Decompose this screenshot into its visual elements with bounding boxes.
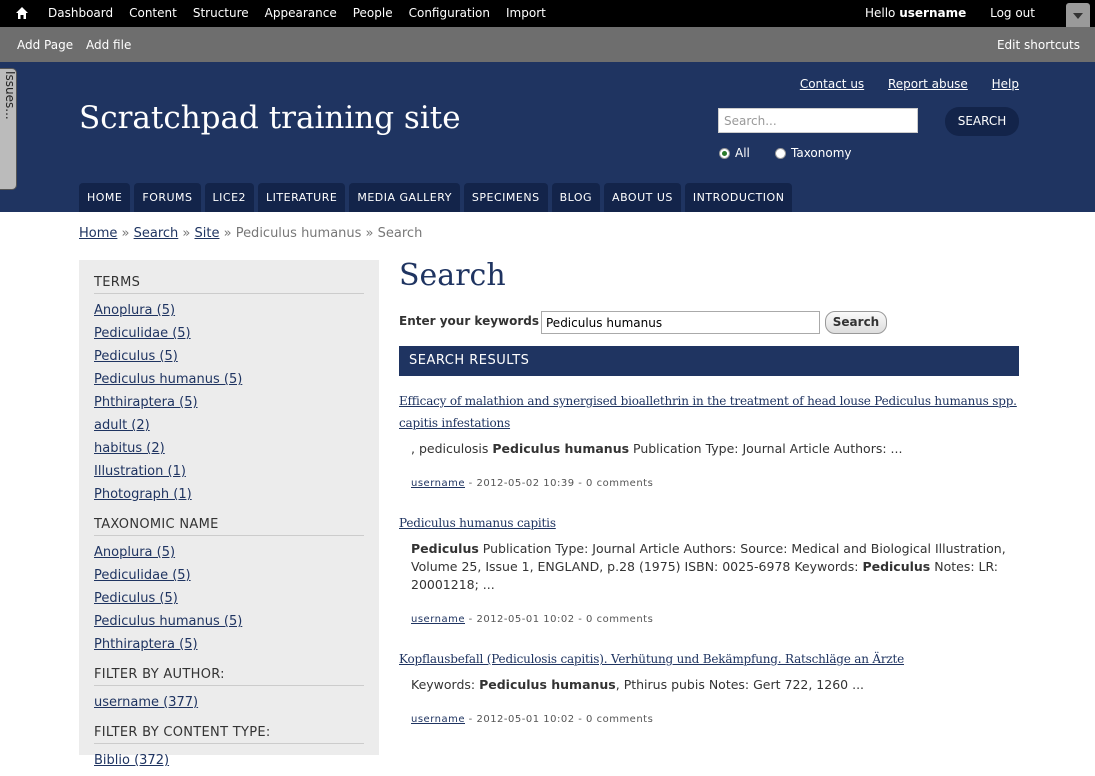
toolbar-item-content[interactable]: Content [121, 0, 185, 27]
menu-item-specimens[interactable]: SPECIMENS [463, 183, 548, 212]
menu-item-media-gallery[interactable]: MEDIA GALLERY [349, 183, 460, 212]
radio-selected-icon [719, 147, 730, 159]
breadcrumb-current: Pediculus humanus » Search [235, 226, 423, 241]
terms-list: Anoplura (5) Pediculidae (5) Pediculus (… [94, 303, 364, 510]
facet-link[interactable]: Anoplura (5) [94, 303, 175, 318]
toolbar-menu: Dashboard Content Structure Appearance P… [40, 0, 554, 27]
toolbar-item-structure[interactable]: Structure [185, 0, 257, 27]
menu-item-about-us[interactable]: ABOUT US [604, 183, 681, 212]
facet-link[interactable]: Anoplura (5) [94, 545, 175, 560]
result-snippet: Pediculus Publication Type: Journal Arti… [411, 541, 1006, 592]
facet-link[interactable]: Phthiraptera (5) [94, 395, 198, 410]
edit-shortcuts-link[interactable]: Edit shortcuts [997, 38, 1080, 52]
keyword-label: Enter your keywords [399, 314, 540, 328]
facet-link[interactable]: Illustration (1) [94, 464, 186, 479]
contact-us-link[interactable]: Contact us [800, 77, 864, 91]
terms-heading: TERMS [94, 275, 364, 294]
facet-link[interactable]: Pediculidae (5) [94, 568, 191, 583]
menu-item-literature[interactable]: LITERATURE [258, 183, 346, 212]
chevron-down-icon [1073, 13, 1083, 19]
facet-link[interactable]: Phthiraptera (5) [94, 637, 198, 652]
issues-tab[interactable]: Issues... [0, 68, 17, 190]
result-snippet: , pediculosis Pediculus humanus Publicat… [411, 441, 903, 456]
search-button[interactable]: Search [825, 311, 887, 334]
search-result: Efficacy of malathion and synergised bio… [399, 390, 1019, 489]
logout-link[interactable]: Log out [990, 6, 1035, 20]
home-icon[interactable] [14, 5, 30, 21]
breadcrumb-site[interactable]: Site [195, 226, 220, 241]
facet-link[interactable]: habitus (2) [94, 441, 165, 456]
content-type-filter-heading: FILTER BY CONTENT TYPE: [94, 725, 364, 744]
radio-taxonomy[interactable]: Taxonomy [775, 146, 852, 160]
facet-link[interactable]: Biblio (372) [94, 753, 169, 768]
result-title-link[interactable]: Efficacy of malathion and synergised bio… [399, 394, 1017, 430]
authors-list: username (377) [94, 695, 364, 718]
result-author-link[interactable]: username [411, 714, 465, 725]
taxa-list: Anoplura (5) Pediculidae (5) Pediculus (… [94, 545, 364, 660]
results-header: SEARCH RESULTS [399, 346, 1019, 376]
breadcrumb-home[interactable]: Home [79, 226, 117, 241]
menu-item-lice2[interactable]: LICE2 [204, 183, 255, 212]
types-list: Biblio (372) [94, 753, 364, 776]
add-file-shortcut[interactable]: Add file [86, 38, 131, 52]
toolbar-item-dashboard[interactable]: Dashboard [40, 0, 121, 27]
toolbar-item-configuration[interactable]: Configuration [401, 0, 498, 27]
site-search-button[interactable]: SEARCH [945, 107, 1019, 136]
facet-link[interactable]: Photograph (1) [94, 487, 192, 502]
toolbar-user: Hello username Log out [865, 0, 1035, 27]
facet-link[interactable]: Pediculus (5) [94, 591, 178, 606]
facet-link[interactable]: Pediculidae (5) [94, 326, 191, 341]
admin-toolbar: Dashboard Content Structure Appearance P… [0, 0, 1095, 27]
facet-link[interactable]: Pediculus (5) [94, 349, 178, 364]
result-info: username - 2012-05-01 10:02 - 0 comments [411, 614, 654, 625]
breadcrumb: Home » Search » Site » Pediculus humanus… [79, 226, 423, 241]
site-name[interactable]: Scratchpad training site [79, 100, 461, 136]
keyword-input[interactable]: Pediculus humanus [541, 311, 820, 334]
facet-sidebar: TERMS Anoplura (5) Pediculidae (5) Pedic… [79, 260, 379, 768]
result-info: username - 2012-05-01 10:02 - 0 comments [411, 714, 654, 725]
secondary-links: Contact us Report abuse Help [780, 77, 1019, 91]
menu-item-forums[interactable]: FORUMS [134, 183, 201, 212]
main-menu: HOME FORUMS LICE2 LITERATURE MEDIA GALLE… [79, 183, 796, 212]
search-result: Kopflausbefall (Pediculosis capitis). Ve… [399, 648, 1019, 725]
result-title-link[interactable]: Kopflausbefall (Pediculosis capitis). Ve… [399, 652, 904, 666]
facet-link[interactable]: username (377) [94, 695, 198, 710]
search-result: Pediculus humanus capitis Pediculus Publ… [399, 512, 1019, 625]
toolbar-item-people[interactable]: People [345, 0, 401, 27]
menu-item-introduction[interactable]: INTRODUCTION [684, 183, 793, 212]
toolbar-toggle-button[interactable] [1066, 3, 1090, 27]
facet-link[interactable]: adult (2) [94, 418, 150, 433]
taxonomic-name-heading: TAXONOMIC NAME [94, 517, 364, 536]
result-author-link[interactable]: username [411, 614, 465, 625]
add-page-shortcut[interactable]: Add Page [17, 38, 73, 52]
toolbar-item-import[interactable]: Import [498, 0, 554, 27]
menu-item-home[interactable]: HOME [79, 183, 131, 212]
page-title: Search [399, 258, 506, 293]
toolbar-item-appearance[interactable]: Appearance [257, 0, 345, 27]
menu-item-blog[interactable]: BLOG [551, 183, 601, 212]
facet-link[interactable]: Pediculus humanus (5) [94, 372, 242, 387]
result-title-link[interactable]: Pediculus humanus capitis [399, 516, 556, 530]
site-search-input[interactable]: Search... [718, 108, 918, 133]
help-link[interactable]: Help [992, 77, 1019, 91]
result-snippet: Keywords: Pediculus humanus, Pthirus pub… [411, 677, 865, 692]
radio-all[interactable]: All [719, 146, 750, 160]
hello-text: Hello username [864, 6, 967, 20]
result-info: username - 2012-05-02 10:39 - 0 comments [411, 478, 654, 489]
report-abuse-link[interactable]: Report abuse [888, 77, 968, 91]
result-author-link[interactable]: username [411, 478, 465, 489]
facet-link[interactable]: Pediculus humanus (5) [94, 614, 242, 629]
toolbar-username[interactable]: username [899, 6, 966, 20]
author-filter-heading: FILTER BY AUTHOR: [94, 667, 364, 686]
radio-unselected-icon [775, 147, 786, 159]
shortcuts-bar: Add Page Add file Edit shortcuts [0, 27, 1095, 63]
breadcrumb-search[interactable]: Search [134, 226, 179, 241]
